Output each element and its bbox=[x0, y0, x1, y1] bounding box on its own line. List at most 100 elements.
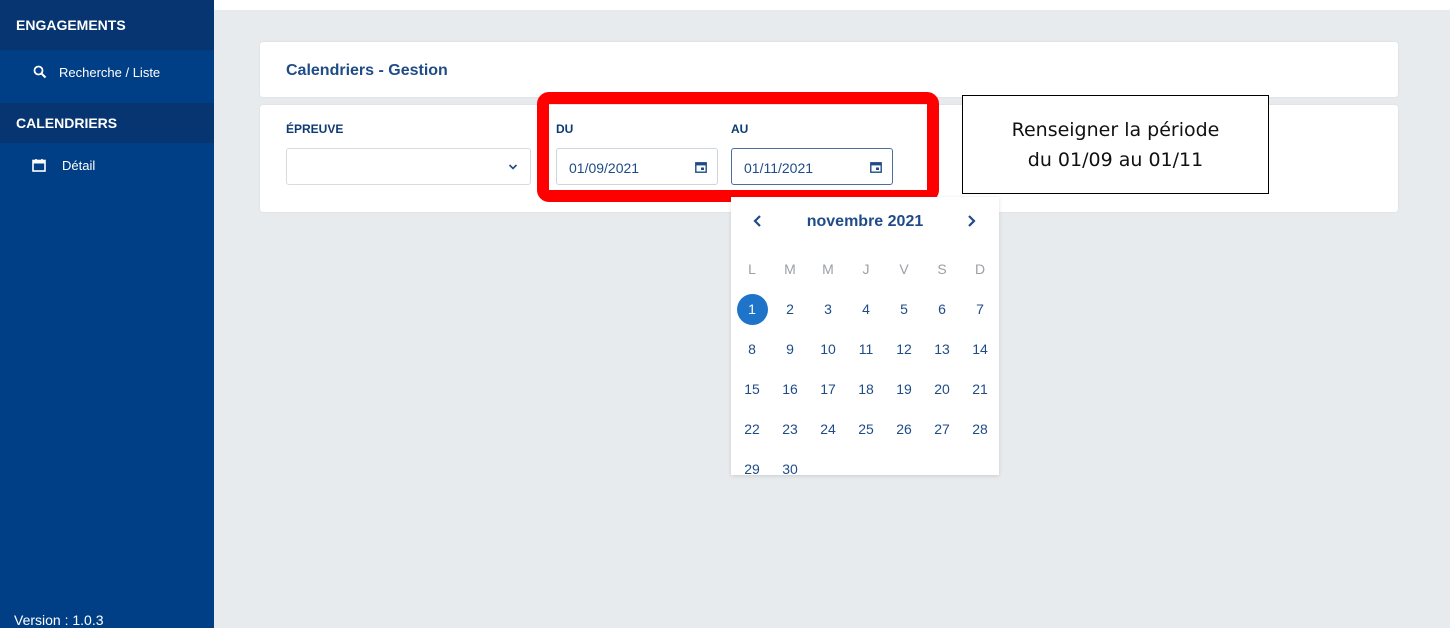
weekday-header: S bbox=[937, 261, 947, 277]
du-date-input[interactable]: 01/09/2021 bbox=[556, 148, 718, 185]
day-cell[interactable]: 25 bbox=[847, 421, 885, 437]
next-month-button[interactable] bbox=[961, 211, 981, 231]
au-label: AU bbox=[731, 122, 749, 136]
day-cell[interactable]: 4 bbox=[847, 301, 885, 317]
day-number: 18 bbox=[858, 381, 874, 397]
day-number: 5 bbox=[900, 301, 908, 317]
sidebar-item-label: Recherche / Liste bbox=[59, 64, 161, 80]
day-number: 3 bbox=[824, 301, 832, 317]
epreuve-select[interactable] bbox=[286, 148, 531, 185]
day-cell[interactable]: 20 bbox=[923, 381, 961, 397]
week-row: 15 16 17 18 19 20 21 bbox=[733, 369, 999, 409]
weekday-header: M bbox=[784, 261, 796, 277]
au-date-input[interactable]: 01/11/2021 bbox=[731, 148, 893, 185]
day-cell[interactable]: 9 bbox=[771, 341, 809, 357]
annotation-line-2: du 01/09 au 01/11 bbox=[1027, 148, 1204, 171]
sidebar-section-engagements: ENGAGEMENTS bbox=[0, 0, 214, 50]
du-label: DU bbox=[556, 122, 574, 136]
day-number: 24 bbox=[820, 421, 836, 437]
day-number: 4 bbox=[862, 301, 870, 317]
search-icon bbox=[33, 65, 47, 79]
day-number: 20 bbox=[934, 381, 950, 397]
day-number: 17 bbox=[820, 381, 836, 397]
au-date-value: 01/11/2021 bbox=[744, 160, 814, 176]
week-row: 29 30 bbox=[733, 449, 999, 489]
week-row: 22 23 24 25 26 27 28 bbox=[733, 409, 999, 449]
day-cell[interactable]: 1 bbox=[733, 293, 771, 325]
day-number: 10 bbox=[820, 341, 836, 357]
day-cell[interactable]: 18 bbox=[847, 381, 885, 397]
day-number: 26 bbox=[896, 421, 912, 437]
weekday-row: LMMJVSD bbox=[733, 249, 999, 289]
day-cell[interactable]: 7 bbox=[961, 301, 999, 317]
day-number: 7 bbox=[976, 301, 984, 317]
title-panel: Calendriers - Gestion bbox=[260, 42, 1398, 97]
datepicker-popup: novembre 2021 LMMJVSD 1 2 3 4 5 6 7 8 9 10 11 12 13 1… bbox=[731, 197, 999, 477]
day-number: 2 bbox=[786, 301, 794, 317]
day-number: 16 bbox=[782, 381, 798, 397]
weekday-header: V bbox=[899, 261, 909, 277]
week-row: 8 9 10 11 12 13 14 bbox=[733, 329, 999, 369]
day-cell[interactable]: 11 bbox=[847, 341, 885, 357]
day-cell[interactable]: 14 bbox=[961, 341, 999, 357]
weekday-header: L bbox=[748, 261, 756, 277]
day-number: 28 bbox=[972, 421, 988, 437]
day-number: 14 bbox=[972, 341, 988, 357]
day-cell[interactable]: 13 bbox=[923, 341, 961, 357]
sidebar-item-detail[interactable]: Détail bbox=[0, 143, 214, 187]
day-cell[interactable]: 24 bbox=[809, 421, 847, 437]
day-number: 11 bbox=[858, 341, 874, 357]
day-cell[interactable]: 6 bbox=[923, 301, 961, 317]
calendar-icon[interactable] bbox=[695, 161, 707, 173]
day-cell[interactable]: 29 bbox=[733, 461, 771, 477]
annotation-callout: Renseigner la période du 01/09 au 01/11 bbox=[962, 95, 1269, 194]
chevron-right-icon bbox=[968, 215, 976, 227]
day-cell[interactable]: 19 bbox=[885, 381, 923, 397]
day-number: 27 bbox=[934, 421, 950, 437]
sidebar-item-recherche-liste[interactable]: Recherche / Liste bbox=[0, 50, 214, 94]
epreuve-label: ÉPREUVE bbox=[286, 122, 344, 136]
sidebar: ENGAGEMENTS Recherche / Liste CALENDRIER… bbox=[0, 0, 214, 628]
calendar-icon[interactable] bbox=[870, 161, 882, 173]
day-number: 12 bbox=[896, 341, 912, 357]
day-cell[interactable]: 5 bbox=[885, 301, 923, 317]
datepicker-month-label[interactable]: novembre 2021 bbox=[731, 213, 999, 231]
day-cell[interactable]: 22 bbox=[733, 421, 771, 437]
sidebar-section-calendriers: CALENDRIERS bbox=[0, 103, 214, 143]
day-cell[interactable]: 10 bbox=[809, 341, 847, 357]
week-row: 1 2 3 4 5 6 7 bbox=[733, 289, 999, 329]
day-cell[interactable]: 12 bbox=[885, 341, 923, 357]
day-number: 22 bbox=[744, 421, 760, 437]
calendar-icon bbox=[32, 159, 46, 172]
day-cell[interactable]: 16 bbox=[771, 381, 809, 397]
datepicker-header: novembre 2021 bbox=[731, 209, 999, 233]
day-cell[interactable]: 3 bbox=[809, 301, 847, 317]
day-cell[interactable]: 27 bbox=[923, 421, 961, 437]
day-cell[interactable]: 28 bbox=[961, 421, 999, 437]
weekday-header: D bbox=[974, 261, 986, 277]
day-number: 21 bbox=[972, 381, 988, 397]
day-cell[interactable]: 15 bbox=[733, 381, 771, 397]
day-number: 29 bbox=[744, 461, 760, 477]
day-number: 30 bbox=[782, 461, 798, 477]
day-cell[interactable]: 8 bbox=[733, 341, 771, 357]
day-cell[interactable]: 17 bbox=[809, 381, 847, 397]
day-number: 8 bbox=[748, 341, 756, 357]
day-number: 23 bbox=[782, 421, 798, 437]
version-label: Version : 1.0.3 bbox=[14, 612, 104, 628]
day-number: 25 bbox=[858, 421, 874, 437]
du-date-value: 01/09/2021 bbox=[569, 160, 640, 176]
day-number: 13 bbox=[934, 341, 950, 357]
chevron-down-icon bbox=[508, 164, 518, 170]
page-title: Calendriers - Gestion bbox=[286, 62, 448, 79]
day-cell[interactable]: 30 bbox=[771, 461, 809, 477]
day-cell[interactable]: 2 bbox=[771, 301, 809, 317]
day-cell[interactable]: 21 bbox=[961, 381, 999, 397]
day-number: 19 bbox=[896, 381, 912, 397]
day-cell[interactable]: 26 bbox=[885, 421, 923, 437]
annotation-line-1: Renseigner la période bbox=[1011, 118, 1220, 141]
day-number: 15 bbox=[744, 381, 760, 397]
weeks-container: 1 2 3 4 5 6 7 8 9 10 11 12 13 14 15 16 17 18 19 20 21 22 23 24 2… bbox=[733, 289, 999, 489]
top-bar bbox=[214, 0, 1450, 10]
day-cell[interactable]: 23 bbox=[771, 421, 809, 437]
